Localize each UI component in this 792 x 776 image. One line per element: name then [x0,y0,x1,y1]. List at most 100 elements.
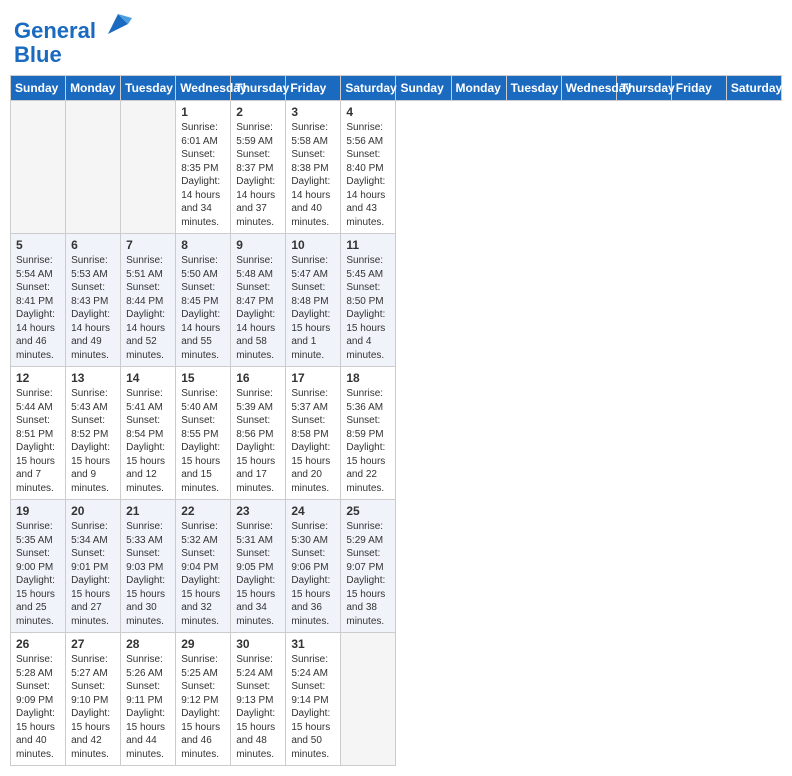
col-header-thursday: Thursday [231,76,286,101]
day-info: Sunrise: 5:53 AM Sunset: 8:43 PM Dayligh… [71,254,115,362]
day-number: 15 [181,371,225,385]
page-header: General Blue [10,10,782,67]
calendar-cell: 15Sunrise: 5:40 AM Sunset: 8:55 PM Dayli… [176,367,231,500]
calendar-cell: 20 Sunrise: 5:34 AM Sunset: 9:01 PM Dayli… [66,500,121,633]
calendar-week-5: 26Sunrise: 5:28 AM Sunset: 9:09 PM Dayli… [11,633,782,766]
day-number: 8 [181,238,225,252]
col-header-monday: Monday [66,76,121,101]
calendar-header-row: SundayMondayTuesdayWednesdayThursdayFrid… [11,76,782,101]
calendar-cell: 17 Sunrise: 5:37 AM Sunset: 8:58 PM Dayli… [286,367,341,500]
day-info: Sunrise: 5:27 AM Sunset: 9:10 PM Dayligh… [71,653,115,761]
day-info: Sunrise: 5:34 AM Sunset: 9:01 PM Dayligh… [71,520,115,628]
day-info: Sunrise: 5:24 AM Sunset: 9:13 PM Dayligh… [236,653,280,761]
calendar-cell: 16Sunrise: 5:39 AM Sunset: 8:56 PM Dayli… [231,367,286,500]
day-number: 31 [291,637,335,651]
day-info: Sunrise: 5:33 AM Sunset: 9:03 PM Dayligh… [126,520,170,628]
logo-icon [104,10,132,38]
calendar-cell: 3 Sunrise: 5:58 AM Sunset: 8:38 PM Daylig… [286,101,341,234]
day-number: 7 [126,238,170,252]
calendar-cell: 31 Sunrise: 5:24 AM Sunset: 9:14 PM Dayli… [286,633,341,766]
calendar-week-3: 12 Sunrise: 5:44 AM Sunset: 8:51 PM Dayli… [11,367,782,500]
calendar-cell: 26Sunrise: 5:28 AM Sunset: 9:09 PM Dayli… [11,633,66,766]
calendar-cell [341,633,396,766]
calendar-cell: 5 Sunrise: 5:54 AM Sunset: 8:41 PM Daylig… [11,234,66,367]
day-info: Sunrise: 5:37 AM Sunset: 8:58 PM Dayligh… [291,387,335,495]
calendar-cell: 7 Sunrise: 5:51 AM Sunset: 8:44 PM Daylig… [121,234,176,367]
day-info: Sunrise: 5:59 AM Sunset: 8:37 PM Dayligh… [236,121,280,229]
col-header-tuesday: Tuesday [506,76,561,101]
day-info: Sunrise: 5:36 AM Sunset: 8:59 PM Dayligh… [346,387,390,495]
col-header-tuesday: Tuesday [121,76,176,101]
day-number: 17 [291,371,335,385]
day-info: Sunrise: 5:45 AM Sunset: 8:50 PM Dayligh… [346,254,390,362]
day-number: 3 [291,105,335,119]
day-info: Sunrise: 5:44 AM Sunset: 8:51 PM Dayligh… [16,387,60,495]
calendar-cell: 22 Sunrise: 5:32 AM Sunset: 9:04 PM Dayli… [176,500,231,633]
calendar-cell: 14Sunrise: 5:41 AM Sunset: 8:54 PM Dayli… [121,367,176,500]
day-number: 22 [181,504,225,518]
logo-text: General [14,10,132,43]
day-number: 28 [126,637,170,651]
calendar-cell: 19Sunrise: 5:35 AM Sunset: 9:00 PM Dayli… [11,500,66,633]
calendar-cell: 18 Sunrise: 5:36 AM Sunset: 8:59 PM Dayli… [341,367,396,500]
day-info: Sunrise: 5:26 AM Sunset: 9:11 PM Dayligh… [126,653,170,761]
calendar-cell: 21 Sunrise: 5:33 AM Sunset: 9:03 PM Dayli… [121,500,176,633]
calendar-cell: 25 Sunrise: 5:29 AM Sunset: 9:07 PM Dayli… [341,500,396,633]
calendar-cell [66,101,121,234]
col-header-friday: Friday [671,76,726,101]
calendar-cell: 2 Sunrise: 5:59 AM Sunset: 8:37 PM Daylig… [231,101,286,234]
day-number: 20 [71,504,115,518]
col-header-thursday: Thursday [616,76,671,101]
day-info: Sunrise: 5:24 AM Sunset: 9:14 PM Dayligh… [291,653,335,761]
day-info: Sunrise: 5:30 AM Sunset: 9:06 PM Dayligh… [291,520,335,628]
day-info: Sunrise: 5:43 AM Sunset: 8:52 PM Dayligh… [71,387,115,495]
day-number: 9 [236,238,280,252]
day-info: Sunrise: 5:54 AM Sunset: 8:41 PM Dayligh… [16,254,60,362]
calendar-cell: 10Sunrise: 5:47 AM Sunset: 8:48 PM Dayli… [286,234,341,367]
calendar-cell: 1Sunrise: 6:01 AM Sunset: 8:35 PM Daylig… [176,101,231,234]
day-info: Sunrise: 5:32 AM Sunset: 9:04 PM Dayligh… [181,520,225,628]
day-info: Sunrise: 5:28 AM Sunset: 9:09 PM Dayligh… [16,653,60,761]
day-number: 5 [16,238,60,252]
col-header-sunday: Sunday [396,76,451,101]
day-number: 23 [236,504,280,518]
day-number: 11 [346,238,390,252]
calendar-table: SundayMondayTuesdayWednesdayThursdayFrid… [10,75,782,766]
calendar-cell: 4Sunrise: 5:56 AM Sunset: 8:40 PM Daylig… [341,101,396,234]
calendar-cell [121,101,176,234]
day-number: 10 [291,238,335,252]
day-number: 14 [126,371,170,385]
day-number: 1 [181,105,225,119]
day-number: 18 [346,371,390,385]
calendar-cell: 23 Sunrise: 5:31 AM Sunset: 9:05 PM Dayli… [231,500,286,633]
day-number: 30 [236,637,280,651]
day-number: 25 [346,504,390,518]
col-header-saturday: Saturday [726,76,781,101]
day-info: Sunrise: 5:51 AM Sunset: 8:44 PM Dayligh… [126,254,170,362]
calendar-cell: 27Sunrise: 5:27 AM Sunset: 9:10 PM Dayli… [66,633,121,766]
day-info: Sunrise: 5:31 AM Sunset: 9:05 PM Dayligh… [236,520,280,628]
calendar-cell: 24 Sunrise: 5:30 AM Sunset: 9:06 PM Dayli… [286,500,341,633]
col-header-monday: Monday [451,76,506,101]
calendar-cell: 28 Sunrise: 5:26 AM Sunset: 9:11 PM Dayli… [121,633,176,766]
calendar-week-4: 19Sunrise: 5:35 AM Sunset: 9:00 PM Dayli… [11,500,782,633]
col-header-wednesday: Wednesday [176,76,231,101]
day-number: 4 [346,105,390,119]
calendar-cell: 30 Sunrise: 5:24 AM Sunset: 9:13 PM Dayli… [231,633,286,766]
day-number: 2 [236,105,280,119]
logo: General Blue [14,10,132,67]
day-info: Sunrise: 5:58 AM Sunset: 8:38 PM Dayligh… [291,121,335,229]
day-number: 21 [126,504,170,518]
day-info: Sunrise: 5:29 AM Sunset: 9:07 PM Dayligh… [346,520,390,628]
day-number: 24 [291,504,335,518]
calendar-cell [11,101,66,234]
day-number: 13 [71,371,115,385]
day-number: 12 [16,371,60,385]
calendar-cell: 8 Sunrise: 5:50 AM Sunset: 8:45 PM Daylig… [176,234,231,367]
day-info: Sunrise: 5:25 AM Sunset: 9:12 PM Dayligh… [181,653,225,761]
col-header-wednesday: Wednesday [561,76,616,101]
calendar-cell: 9Sunrise: 5:48 AM Sunset: 8:47 PM Daylig… [231,234,286,367]
day-info: Sunrise: 5:50 AM Sunset: 8:45 PM Dayligh… [181,254,225,362]
day-number: 19 [16,504,60,518]
calendar-cell: 29Sunrise: 5:25 AM Sunset: 9:12 PM Dayli… [176,633,231,766]
